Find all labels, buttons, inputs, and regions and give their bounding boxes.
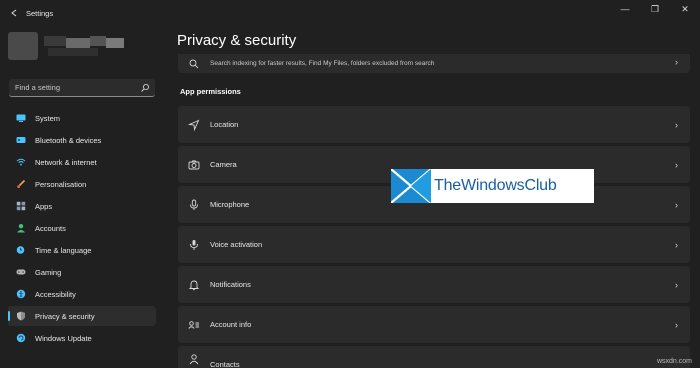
thewindowsclub-logo-icon [391,169,431,203]
sidebar-item-privacy-security[interactable]: Privacy & security [8,306,156,326]
search-input[interactable]: Find a setting [9,79,155,97]
brush-icon [17,179,26,188]
update-icon [16,333,26,343]
searching-windows-card[interactable]: Search indexing for faster results, Find… [178,54,690,73]
sidebar-item-accessibility[interactable]: Accessibility [8,284,156,304]
permission-location[interactable]: Location › [178,106,690,143]
accessibility-icon [16,289,26,299]
person-icon [17,224,25,233]
bluetooth-icon [16,137,26,143]
sidebar-item-label: Network & internet [35,157,97,167]
sidebar-item-system[interactable]: System [8,108,156,128]
sidebar-item-label: Gaming [35,267,62,277]
permission-label: Camera [210,160,237,169]
watermark-logo: TheWindowsClub [391,169,594,203]
sidebar-item-personalisation[interactable]: Personalisation [8,174,156,194]
monitor-icon [16,114,26,122]
search-icon[interactable] [140,83,150,93]
location-icon [188,119,200,131]
sidebar-item-network[interactable]: Network & internet [8,152,156,172]
contacts-icon [189,354,199,365]
permission-label: Notifications [210,280,251,289]
permission-voice-activation[interactable]: Voice activation › [178,226,690,263]
page-title: Privacy & security [177,32,297,49]
minimize-button[interactable]: — [610,0,640,18]
section-header: App permissions [180,87,241,96]
close-button[interactable]: ✕ [670,0,700,18]
search-placeholder: Find a setting [15,83,61,92]
permission-account-info[interactable]: Account info › [178,306,690,343]
title-bar: Settings — ❐ ✕ [0,0,700,28]
back-arrow-icon[interactable] [9,8,19,18]
sidebar-item-label: Accessibility [35,289,76,299]
sidebar-item-label: Accounts [35,223,66,233]
permission-notifications[interactable]: Notifications › [178,266,690,303]
permission-label: Contacts [210,360,240,368]
sidebar-item-accounts[interactable]: Accounts [8,218,156,238]
sidebar-item-label: Time & language [35,245,92,255]
permission-label: Location [210,120,239,129]
app-title: Settings [26,9,54,18]
sidebar-item-label: Privacy & security [35,311,95,321]
sidebar-item-time-language[interactable]: Time & language [8,240,156,260]
chevron-right-icon: › [675,159,678,170]
site-watermark: wsxdn.com [656,358,692,365]
watermark-text: TheWindowsClub [434,177,557,194]
main-content: Search indexing for faster results, Find… [178,54,690,368]
shield-icon [17,311,25,321]
maximize-button[interactable]: ❐ [640,0,670,18]
chevron-right-icon: › [675,279,678,290]
wifi-icon [16,158,26,166]
card-description: Search indexing for faster results, Find… [210,60,435,67]
permission-label: Voice activation [210,240,263,249]
permission-label: Account info [210,320,252,329]
controller-icon [16,269,26,275]
bell-icon [188,280,200,290]
sidebar-item-windows-update[interactable]: Windows Update [8,328,156,348]
apps-icon [16,201,26,211]
sidebar-item-label: Windows Update [35,333,92,343]
search-indexing-icon [189,59,199,69]
sidebar-item-gaming[interactable]: Gaming [8,262,156,282]
account-info-icon [188,320,199,329]
sidebar-item-label: Bluetooth & devices [35,135,102,145]
camera-icon [188,159,200,169]
voice-activation-icon [190,239,198,250]
sidebar-item-apps[interactable]: Apps [8,196,156,216]
permission-label: Microphone [210,200,250,209]
chevron-right-icon: › [675,119,678,130]
microphone-icon [190,199,198,210]
sidebar-item-label: System [35,113,61,123]
permission-contacts[interactable]: Contacts [178,346,690,368]
globe-clock-icon [16,246,25,254]
blurred-account-info [8,28,128,64]
window-controls: — ❐ ✕ [610,0,700,18]
chevron-right-icon: › [675,199,678,210]
chevron-right-icon: › [675,57,678,67]
chevron-right-icon: › [675,239,678,250]
sidebar-item-label: Personalisation [35,179,87,189]
chevron-right-icon: › [675,319,678,330]
sidebar-item-bluetooth[interactable]: Bluetooth & devices [8,130,156,150]
sidebar-item-label: Apps [35,201,53,211]
sidebar-nav: System Bluetooth & devices Network & int… [8,108,156,350]
